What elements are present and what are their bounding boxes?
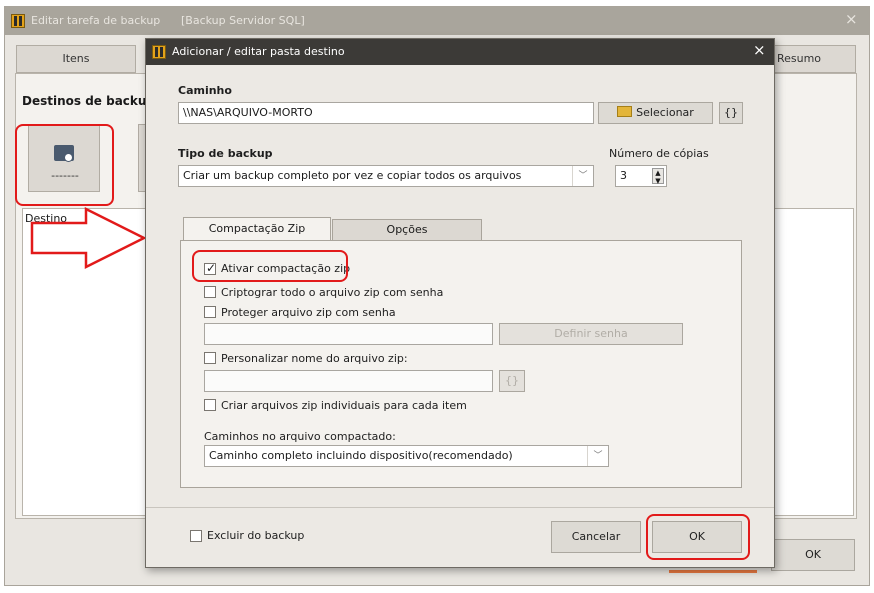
destination-dialog: Adicionar / editar pasta destino × Camin…: [145, 38, 775, 568]
cancel-button[interactable]: Cancelar: [551, 521, 641, 553]
copies-value: 3: [620, 169, 627, 182]
custom-name-variables-button[interactable]: {}: [499, 370, 525, 392]
protect-checkbox[interactable]: [204, 306, 216, 318]
tab-opcoes[interactable]: Opções: [332, 219, 482, 241]
highlight-ok-button: [646, 514, 750, 560]
divider: [146, 507, 774, 508]
individual-zip-checkbox[interactable]: [204, 399, 216, 411]
copies-label: Número de cópias: [609, 147, 709, 160]
background-title-bar: Editar tarefa de backup [Backup Servidor…: [5, 7, 869, 35]
highlight-add-destination: [15, 124, 114, 206]
dialog-title: Adicionar / editar pasta destino: [172, 45, 345, 58]
zip-paths-select[interactable]: Caminho completo incluindo dispositivo(r…: [204, 445, 609, 467]
protect-label: Proteger arquivo zip com senha: [221, 306, 396, 319]
backup-type-select[interactable]: Criar um backup completo por vez e copia…: [178, 165, 594, 187]
backup-type-value: Criar um backup completo por vez e copia…: [183, 169, 522, 182]
accent-underline: [669, 570, 757, 573]
folder-open-icon: [617, 106, 633, 117]
tab-zip[interactable]: Compactação Zip: [183, 217, 331, 241]
individual-zip-label: Criar arquivos zip individuais para cada…: [221, 399, 467, 412]
copies-stepper[interactable]: 3 ▲ ▼: [615, 165, 667, 187]
background-window-subtitle: [Backup Servidor SQL]: [181, 14, 305, 27]
path-label: Caminho: [178, 84, 232, 97]
custom-name-label: Personalizar nome do arquivo zip:: [221, 352, 408, 365]
path-input[interactable]: \\NAS\ARQUIVO-MORTO: [178, 102, 594, 124]
dialog-close-icon[interactable]: ×: [753, 41, 766, 59]
dialog-title-bar: Adicionar / editar pasta destino ×: [146, 39, 774, 65]
set-password-button[interactable]: Definir senha: [499, 323, 683, 345]
zip-panel: Ativar compactação zip Criptograr todo o…: [180, 240, 742, 488]
background-ok-button[interactable]: OK: [771, 539, 855, 571]
background-window-title: Editar tarefa de backup: [31, 14, 161, 27]
custom-name-input[interactable]: [204, 370, 493, 392]
chevron-down-icon: ﹀: [572, 166, 593, 186]
red-arrow-icon: [30, 206, 147, 270]
select-button[interactable]: Selecionar: [598, 102, 713, 124]
backup-type-label: Tipo de backup: [178, 147, 273, 160]
background-close-icon[interactable]: ×: [845, 10, 858, 28]
select-button-label: Selecionar: [636, 106, 694, 119]
chevron-down-icon: ﹀: [587, 446, 608, 466]
zip-paths-label: Caminhos no arquivo compactado:: [204, 430, 396, 443]
exclude-checkbox[interactable]: [190, 530, 202, 542]
tab-itens[interactable]: Itens: [16, 45, 136, 73]
spin-arrows-icon[interactable]: ▲ ▼: [652, 168, 664, 185]
password-input[interactable]: [204, 323, 493, 345]
app-icon: [11, 14, 25, 28]
app-icon: [152, 45, 166, 59]
encrypt-label: Criptograr todo o arquivo zip com senha: [221, 286, 444, 299]
zip-paths-value: Caminho completo incluindo dispositivo(r…: [209, 449, 513, 462]
exclude-label: Excluir do backup: [207, 529, 305, 542]
path-variables-button[interactable]: {}: [719, 102, 743, 124]
destinations-title: Destinos de backup: [22, 94, 156, 108]
highlight-enable-zip: [192, 250, 348, 282]
custom-name-checkbox[interactable]: [204, 352, 216, 364]
encrypt-checkbox[interactable]: [204, 286, 216, 298]
